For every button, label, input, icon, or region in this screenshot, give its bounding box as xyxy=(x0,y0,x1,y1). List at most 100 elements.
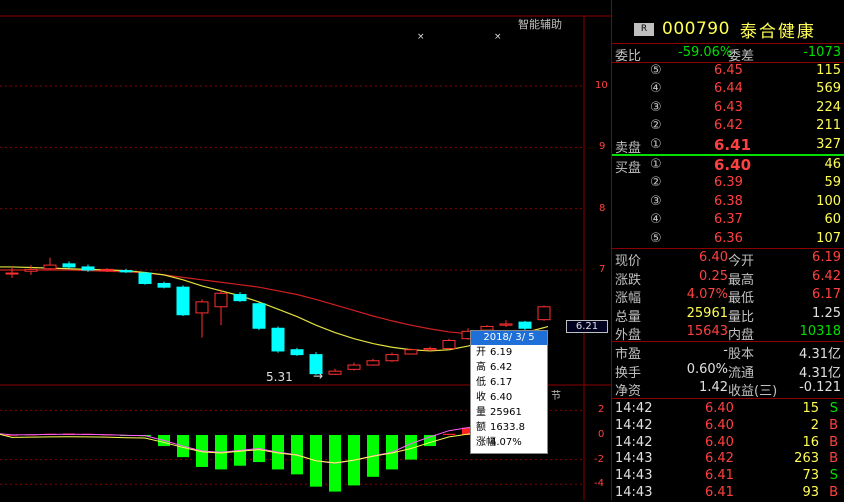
tooltip-row: 低 6.17 xyxy=(471,375,547,390)
ask-level-row[interactable]: ③ 6.43 224 xyxy=(612,99,844,117)
trade-volume: 15 xyxy=(802,401,819,416)
trade-time: 14:42 xyxy=(615,401,653,416)
candle-body xyxy=(157,282,171,288)
ask-level-row[interactable]: ④ 6.44 569 xyxy=(612,80,844,98)
ask-level-row[interactable]: ⑤ 6.45 115 xyxy=(612,62,844,80)
tooltip-key: 开 xyxy=(476,347,486,358)
ask-volume: 115 xyxy=(816,63,841,78)
bid-level-row[interactable]: ⑤ 6.36 107 xyxy=(612,230,844,248)
bid-level-row[interactable]: ② 6.39 59 xyxy=(612,174,844,192)
ask-price: 6.42 xyxy=(714,118,743,134)
trade-price: 6.40 xyxy=(705,401,734,416)
candle-body xyxy=(233,294,247,302)
bid-level-row[interactable]: ④ 6.37 60 xyxy=(612,211,844,229)
bid-volume: 100 xyxy=(816,193,841,209)
quote-stat-row: 现价 6.40 今开 6.19 xyxy=(612,249,844,269)
stat-value: 6.17 xyxy=(812,287,841,302)
tooltip-key: 涨幅 xyxy=(476,437,496,448)
stat-value: 6.42 xyxy=(812,268,841,284)
low-price-arrow-icon: → xyxy=(313,369,324,383)
quote-panel: R 000790 泰合健康 委比 -59.06% 委差 -1073 ⑤ 6.45 1… xyxy=(611,0,844,500)
smart-help-label[interactable]: 智能辅助 xyxy=(518,16,562,32)
fund-label: 净资 xyxy=(615,384,642,399)
candle-body xyxy=(442,340,456,349)
trade-price: 6.41 xyxy=(705,468,734,484)
candle-body xyxy=(100,268,114,271)
fundamental-row: 换手 0.60% 流通 4.31亿 xyxy=(612,361,844,381)
candle-body xyxy=(138,272,152,284)
ask-level-row[interactable]: ② 6.42 211 xyxy=(612,117,844,135)
stat-value: 4.07% xyxy=(686,287,728,302)
stock-name: 泰合健康 xyxy=(739,21,816,42)
ask-volume: 327 xyxy=(816,136,841,152)
stat-value: 6.40 xyxy=(699,250,728,265)
indicator-axis-label: 2 xyxy=(598,404,605,415)
trade-side: B xyxy=(829,434,838,450)
tooltip-value: 1633.8 xyxy=(490,422,525,433)
tooltip-key: 高 xyxy=(476,362,486,373)
current-price-tag: 6.21 xyxy=(566,320,608,333)
stat-label: 今开 xyxy=(728,254,755,269)
level-number: ④ xyxy=(650,212,662,228)
trade-volume: 93 xyxy=(802,485,819,500)
fundamental-row: 市盈 - 股本 4.31亿 xyxy=(612,342,844,362)
level-number: ① xyxy=(650,136,662,152)
candle-body xyxy=(195,301,209,314)
weibi-row: 委比 -59.06% 委差 -1073 xyxy=(612,44,844,64)
tooltip-value: 6.40 xyxy=(490,392,513,403)
indicator-name-label: 节 xyxy=(551,391,561,402)
tooltip-key: 量 xyxy=(476,407,486,418)
candle-body xyxy=(62,263,76,268)
candle-body xyxy=(290,349,304,356)
weicha-value: -1073 xyxy=(803,45,841,60)
bid-price: 6.39 xyxy=(714,175,743,191)
sell-label: 卖盘 xyxy=(615,140,642,156)
tooltip-row: 额 1633.8 xyxy=(471,420,547,435)
stat-value: 0.25 xyxy=(699,268,728,284)
ask-level-row[interactable]: 卖盘 ① 6.41 327 xyxy=(612,136,844,156)
bid-volume: 46 xyxy=(824,157,841,172)
tick-trade-row: 14:43 6.42 263 B xyxy=(612,450,844,468)
tick-trade-row: 14:43 6.41 93 B xyxy=(612,484,844,502)
fund-label: 换手 xyxy=(615,365,642,381)
tooltip-row: 高 6.42 xyxy=(471,360,547,375)
tooltip-value: 4.07% xyxy=(490,437,522,448)
trade-price: 6.40 xyxy=(705,434,734,450)
tooltip-row: 量 25961 xyxy=(471,405,547,420)
trade-side: B xyxy=(829,451,838,467)
ask-price: 6.44 xyxy=(714,81,743,97)
fund-value: 0.60% xyxy=(686,361,728,377)
fund-value: 4.31亿 xyxy=(799,365,841,381)
macd-bar xyxy=(443,433,455,435)
candle-body xyxy=(499,323,513,326)
level-number: ⑤ xyxy=(650,230,662,246)
tooltip-key: 低 xyxy=(476,377,486,388)
level-number: ② xyxy=(650,175,662,191)
stock-header: R 000790 泰合健康 xyxy=(612,16,844,42)
candle-body xyxy=(214,292,228,308)
stat-label: 最低 xyxy=(728,291,755,306)
tick-trade-row: 14:43 6.41 73 S xyxy=(612,467,844,485)
bid-level-row[interactable]: 买盘 ① 6.40 46 xyxy=(612,156,844,176)
price-axis-label: 7 xyxy=(599,264,606,275)
trade-side: B xyxy=(829,417,838,433)
trade-price: 6.42 xyxy=(705,451,734,467)
indicator-axis-label: 0 xyxy=(598,429,605,440)
bid-level-row[interactable]: ③ 6.38 100 xyxy=(612,193,844,211)
stat-value: 15643 xyxy=(686,324,728,339)
indicator-axis-label: -2 xyxy=(594,454,604,465)
quote-stat-row: 涨幅 4.07% 最低 6.17 xyxy=(612,286,844,306)
r-badge-icon[interactable]: R xyxy=(634,22,654,36)
tick-trade-row: 14:42 6.40 16 B xyxy=(612,434,844,452)
price-axis-label: 10 xyxy=(595,80,608,91)
candle-body xyxy=(176,286,190,316)
candle-body xyxy=(537,306,551,321)
tooltip-value: 6.17 xyxy=(490,377,513,388)
candle-body xyxy=(366,360,380,366)
fund-label: 市盈 xyxy=(615,347,642,362)
stat-label: 涨幅 xyxy=(615,291,642,306)
level-number: ② xyxy=(650,118,662,134)
kline-chart-area[interactable]: 智能辅助 × × 10 9 8 7 2 0 -2 -4 6.21 5.31 → … xyxy=(0,0,611,500)
bid-price: 6.38 xyxy=(714,193,743,209)
tooltip-value: 6.42 xyxy=(490,362,513,373)
